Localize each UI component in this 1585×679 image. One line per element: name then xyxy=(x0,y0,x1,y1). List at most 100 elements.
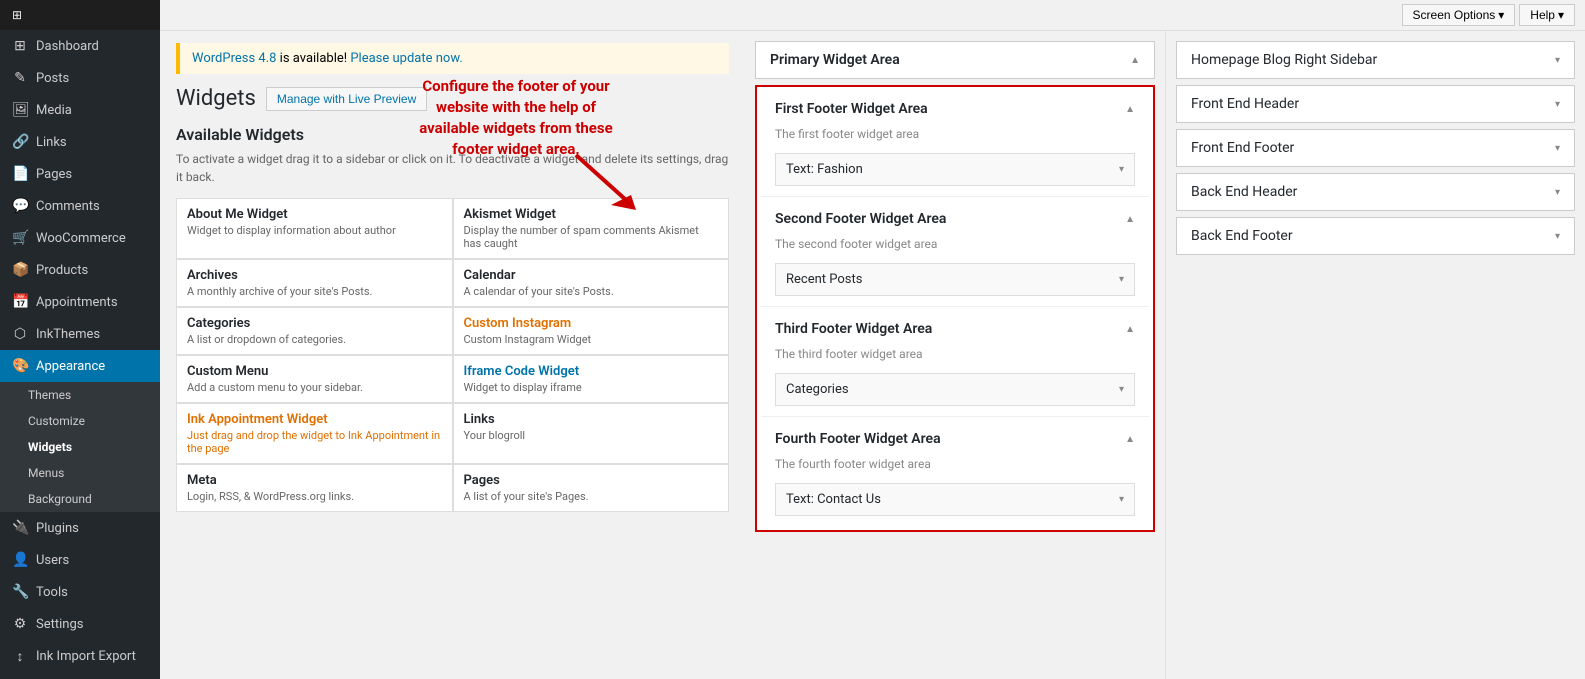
second-footer-widget-slot[interactable]: Recent Posts ▾ xyxy=(775,263,1135,296)
widget-item[interactable]: Calendar A calendar of your site's Posts… xyxy=(453,259,730,307)
page-header: Widgets Manage with Live Preview Configu… xyxy=(176,86,729,111)
third-footer-widget-slot[interactable]: Categories ▾ xyxy=(775,373,1135,406)
content-area: WordPress 4.8 is available! Please updat… xyxy=(160,31,1585,679)
homepage-blog-panel: Homepage Blog Right Sidebar ▾ xyxy=(1176,41,1575,79)
submenu-menus[interactable]: Menus xyxy=(0,460,160,486)
sidebar-item-label: WooCommerce xyxy=(36,231,126,246)
widget-item[interactable]: Pages A list of your site's Pages. xyxy=(453,464,730,512)
sidebar-item-pages[interactable]: 📄 Pages xyxy=(0,158,160,190)
sidebar-item-dashboard[interactable]: ⊞ Dashboard xyxy=(0,30,160,62)
sidebar-item-appointments[interactable]: 📅 Appointments xyxy=(0,286,160,318)
sidebar-item-comments[interactable]: 💬 Comments xyxy=(0,190,160,222)
primary-widget-area-header[interactable]: Primary Widget Area ▲ xyxy=(756,42,1154,78)
widget-item[interactable]: Ink Appointment Widget Just drag and dro… xyxy=(176,403,453,464)
submenu-background[interactable]: Background xyxy=(0,486,160,512)
sidebar-item-label: Users xyxy=(36,553,69,568)
homepage-blog-header[interactable]: Homepage Blog Right Sidebar ▾ xyxy=(1177,42,1574,78)
third-footer-title: Third Footer Widget Area xyxy=(775,321,932,337)
comments-icon: 💬 xyxy=(12,198,28,214)
first-footer-widget-slot[interactable]: Text: Fashion ▾ xyxy=(775,153,1135,186)
widget-item[interactable]: Meta Login, RSS, & WordPress.org links. xyxy=(176,464,453,512)
second-footer-title: Second Footer Widget Area xyxy=(775,211,946,227)
inkthemes-icon: ⬡ xyxy=(12,326,28,342)
fourth-footer-widget-slot[interactable]: Text: Contact Us ▾ xyxy=(775,483,1135,516)
fourth-footer-widget-name: Text: Contact Us xyxy=(786,492,881,507)
widget-item[interactable]: Iframe Code Widget Widget to display ifr… xyxy=(453,355,730,403)
second-footer-widget-name: Recent Posts xyxy=(786,272,862,287)
first-footer-slot-chevron: ▾ xyxy=(1119,164,1124,175)
back-end-header-header[interactable]: Back End Header ▾ xyxy=(1177,174,1574,210)
sidebar-item-woocommerce[interactable]: 🛒 WooCommerce xyxy=(0,222,160,254)
sidebar-item-inkthemes[interactable]: ⬡ InkThemes xyxy=(0,318,160,350)
widget-name: Custom Instagram xyxy=(464,316,719,331)
widget-item[interactable]: Archives A monthly archive of your site'… xyxy=(176,259,453,307)
wp-version-link[interactable]: WordPress 4.8 xyxy=(192,51,276,66)
submenu-widgets[interactable]: Widgets xyxy=(0,434,160,460)
third-footer-slot-chevron: ▾ xyxy=(1119,384,1124,395)
widget-desc: Add a custom menu to your sidebar. xyxy=(187,381,442,394)
screen-options-chevron: ▾ xyxy=(1498,8,1504,22)
dashboard-icon: ⊞ xyxy=(12,38,28,54)
second-footer-header[interactable]: Second Footer Widget Area ▲ xyxy=(761,201,1149,237)
widget-item[interactable]: Links Your blogroll xyxy=(453,403,730,464)
front-end-header-panel: Front End Header ▾ xyxy=(1176,85,1575,123)
widget-item[interactable]: Categories A list or dropdown of categor… xyxy=(176,307,453,355)
second-footer-slot-chevron: ▾ xyxy=(1119,274,1124,285)
sidebar-item-links[interactable]: 🔗 Links xyxy=(0,126,160,158)
sidebar-item-ink-import-export[interactable]: ↕ Ink Import Export xyxy=(0,640,160,673)
live-preview-button[interactable]: Manage with Live Preview xyxy=(266,87,427,111)
widget-desc: Widget to display iframe xyxy=(464,381,719,394)
page-title: Widgets xyxy=(176,86,256,111)
ink-import-export-icon: ↕ xyxy=(12,648,28,665)
widget-name: Archives xyxy=(187,268,442,283)
front-end-footer-panel: Front End Footer ▾ xyxy=(1176,129,1575,167)
update-notice: WordPress 4.8 is available! Please updat… xyxy=(176,43,729,74)
widgets-grid: About Me Widget Widget to display inform… xyxy=(176,198,729,512)
sidebar-item-label: Links xyxy=(36,135,67,150)
help-button[interactable]: Help ▾ xyxy=(1519,4,1575,26)
back-end-footer-header[interactable]: Back End Footer ▾ xyxy=(1177,218,1574,254)
sidebar-item-plugins[interactable]: 🔌 Plugins xyxy=(0,512,160,544)
homepage-blog-chevron: ▾ xyxy=(1555,55,1560,66)
third-footer-panel: Third Footer Widget Area ▲ The third foo… xyxy=(761,311,1149,417)
sidebar-item-settings[interactable]: ⚙ Settings xyxy=(0,608,160,640)
sidebar-item-label: Appointments xyxy=(36,295,118,310)
fourth-footer-content: Text: Contact Us ▾ xyxy=(761,477,1149,526)
update-notice-text: is available! xyxy=(280,51,351,66)
pages-icon: 📄 xyxy=(12,166,28,182)
appointments-icon: 📅 xyxy=(12,294,28,310)
front-end-footer-header[interactable]: Front End Footer ▾ xyxy=(1177,130,1574,166)
third-footer-chevron: ▲ xyxy=(1125,324,1135,335)
update-now-link[interactable]: Please update now. xyxy=(350,51,462,66)
sidebar-item-label: Posts xyxy=(36,71,69,86)
fourth-footer-title: Fourth Footer Widget Area xyxy=(775,431,941,447)
sidebar-item-label: Ink Import Export xyxy=(36,649,136,664)
available-widgets-section: Available Widgets To activate a widget d… xyxy=(176,125,729,512)
help-label: Help xyxy=(1530,8,1555,22)
widget-name: Custom Menu xyxy=(187,364,442,379)
submenu-customize[interactable]: Customize xyxy=(0,408,160,434)
sidebar-item-label: Media xyxy=(36,103,72,118)
front-end-footer-chevron: ▾ xyxy=(1555,143,1560,154)
fourth-footer-subtitle: The fourth footer widget area xyxy=(761,457,1149,477)
widget-item[interactable]: Custom Menu Add a custom menu to your si… xyxy=(176,355,453,403)
sidebar-item-tools[interactable]: 🔧 Tools xyxy=(0,576,160,608)
sidebar-item-media[interactable]: 🖼 Media xyxy=(0,94,160,126)
first-footer-header[interactable]: First Footer Widget Area ▲ xyxy=(761,91,1149,127)
widget-item[interactable]: Custom Instagram Custom Instagram Widget xyxy=(453,307,730,355)
sidebar-item-posts[interactable]: ✎ Posts xyxy=(0,62,160,94)
screen-options-button[interactable]: Screen Options ▾ xyxy=(1402,4,1516,26)
front-end-header-title: Front End Header xyxy=(1191,96,1299,112)
front-end-header-header[interactable]: Front End Header ▾ xyxy=(1177,86,1574,122)
first-footer-subtitle: The first footer widget area xyxy=(761,127,1149,147)
fourth-footer-header[interactable]: Fourth Footer Widget Area ▲ xyxy=(761,421,1149,457)
third-footer-header[interactable]: Third Footer Widget Area ▲ xyxy=(761,311,1149,347)
tooltip-balloon: Configure the footer of your website wit… xyxy=(416,76,616,160)
sidebar-item-users[interactable]: 👤 Users xyxy=(0,544,160,576)
posts-icon: ✎ xyxy=(12,70,28,86)
widget-item[interactable]: About Me Widget Widget to display inform… xyxy=(176,198,453,259)
sidebar-item-appearance[interactable]: 🎨 Appearance xyxy=(0,350,160,382)
sidebar-item-products[interactable]: 📦 Products xyxy=(0,254,160,286)
submenu-themes[interactable]: Themes xyxy=(0,382,160,408)
settings-icon: ⚙ xyxy=(12,616,28,632)
